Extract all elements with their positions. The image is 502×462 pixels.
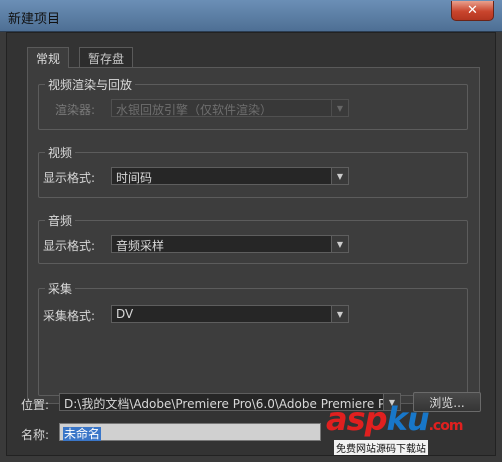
tab-general-label: 常规: [36, 52, 61, 66]
group-capture-title: 采集: [45, 280, 76, 297]
site-watermark: aspku.com 免费网站源码下载站: [326, 400, 496, 455]
group-capture: 采集 采集格式: DV ▼: [38, 280, 468, 396]
title-bar: 新建项目 ✕: [0, 0, 502, 32]
dialog-body: 常规 暂存盘 视频渲染与回放 渲染器: 水银回放引擎（仅软件渲染） ▼ 视频 显…: [6, 32, 496, 456]
project-name-input[interactable]: 未命名: [59, 423, 321, 441]
group-video-rendering-title: 视频渲染与回放: [45, 76, 136, 93]
location-label: 位置:: [21, 398, 50, 412]
audio-display-format-select[interactable]: 音频采样 ▼: [111, 235, 349, 253]
video-display-format-label: 显示格式:: [43, 171, 96, 185]
group-audio-title: 音频: [45, 212, 76, 229]
capture-format-select[interactable]: DV ▼: [111, 305, 349, 323]
video-display-format-select[interactable]: 时间码 ▼: [111, 167, 349, 185]
chevron-down-icon: ▼: [331, 100, 348, 116]
general-panel: 视频渲染与回放 渲染器: 水银回放引擎（仅软件渲染） ▼ 视频 显示格式: 时间…: [27, 67, 480, 404]
capture-format-value: DV: [116, 307, 134, 321]
group-video-rendering: 视频渲染与回放 渲染器: 水银回放引擎（仅软件渲染） ▼: [38, 76, 468, 130]
tab-scratch-disks-label: 暂存盘: [88, 52, 125, 66]
chevron-down-icon: ▼: [331, 236, 348, 252]
renderer-label: 渲染器:: [55, 103, 96, 117]
name-label: 名称:: [21, 428, 50, 442]
project-name-value: 未命名: [63, 427, 102, 441]
close-icon: ✕: [467, 3, 478, 18]
tab-general[interactable]: 常规: [27, 47, 70, 68]
renderer-select: 水银回放引擎（仅软件渲染） ▼: [111, 99, 349, 117]
chevron-down-icon: ▼: [331, 168, 348, 184]
audio-display-format-value: 音频采样: [116, 239, 165, 253]
group-video: 视频 显示格式: 时间码 ▼: [38, 144, 468, 198]
audio-display-format-label: 显示格式:: [43, 239, 96, 253]
capture-format-label: 采集格式:: [43, 309, 96, 323]
group-audio: 音频 显示格式: 音频采样 ▼: [38, 212, 468, 264]
video-display-format-value: 时间码: [116, 171, 153, 185]
renderer-value: 水银回放引擎（仅软件渲染）: [116, 103, 273, 117]
watermark-logo: aspku.com: [326, 400, 463, 438]
close-button[interactable]: ✕: [451, 1, 494, 21]
window-title: 新建项目: [8, 12, 61, 27]
chevron-down-icon: ▼: [331, 306, 348, 322]
group-video-title: 视频: [45, 144, 76, 161]
watermark-caption: 免费网站源码下载站: [334, 440, 428, 455]
tab-scratch-disks[interactable]: 暂存盘: [79, 47, 134, 67]
